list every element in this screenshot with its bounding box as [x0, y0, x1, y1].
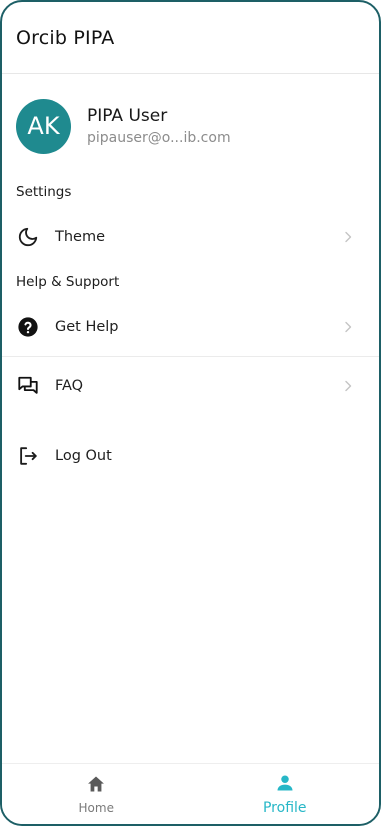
get-help-row[interactable]: Get Help: [2, 302, 379, 352]
user-name: PIPA User: [87, 106, 168, 126]
theme-label: Theme: [55, 229, 106, 245]
faq-row[interactable]: FAQ: [2, 361, 379, 411]
chevron-right-icon: [345, 380, 352, 392]
profile-card: AK PIPA User pipauser@o...ib.com: [2, 74, 379, 154]
app-header: Orcib PIPA: [2, 2, 379, 74]
app-frame: Orcib PIPA AK PIPA User pipauser@o...ib.…: [0, 0, 381, 826]
person-icon: [275, 773, 295, 797]
theme-row[interactable]: Theme: [2, 212, 379, 262]
app-title: Orcib PIPA: [16, 26, 115, 49]
bottom-nav: Home Profile: [2, 763, 379, 824]
moon-icon: [16, 225, 40, 249]
help-circle-icon: [16, 315, 40, 339]
settings-section-label: Settings: [16, 184, 72, 200]
home-icon: [86, 774, 106, 798]
get-help-label: Get Help: [55, 319, 119, 335]
user-email: pipauser@o...ib.com: [87, 130, 231, 146]
logout-row[interactable]: Log Out: [2, 431, 379, 481]
nav-profile[interactable]: Profile: [191, 764, 380, 824]
nav-home-label: Home: [78, 800, 114, 815]
chat-bubbles-icon: [16, 374, 40, 398]
profile-text: PIPA User pipauser@o...ib.com: [87, 106, 231, 146]
help-section-label: Help & Support: [16, 274, 120, 290]
nav-home[interactable]: Home: [2, 764, 191, 824]
logout-icon: [16, 444, 40, 468]
chevron-right-icon: [345, 321, 352, 333]
avatar: AK: [16, 98, 71, 154]
nav-profile-label: Profile: [262, 799, 307, 816]
avatar-initials: AK: [27, 112, 60, 140]
faq-label: FAQ: [55, 378, 84, 394]
chevron-right-icon: [345, 231, 352, 243]
logout-label: Log Out: [55, 448, 112, 464]
